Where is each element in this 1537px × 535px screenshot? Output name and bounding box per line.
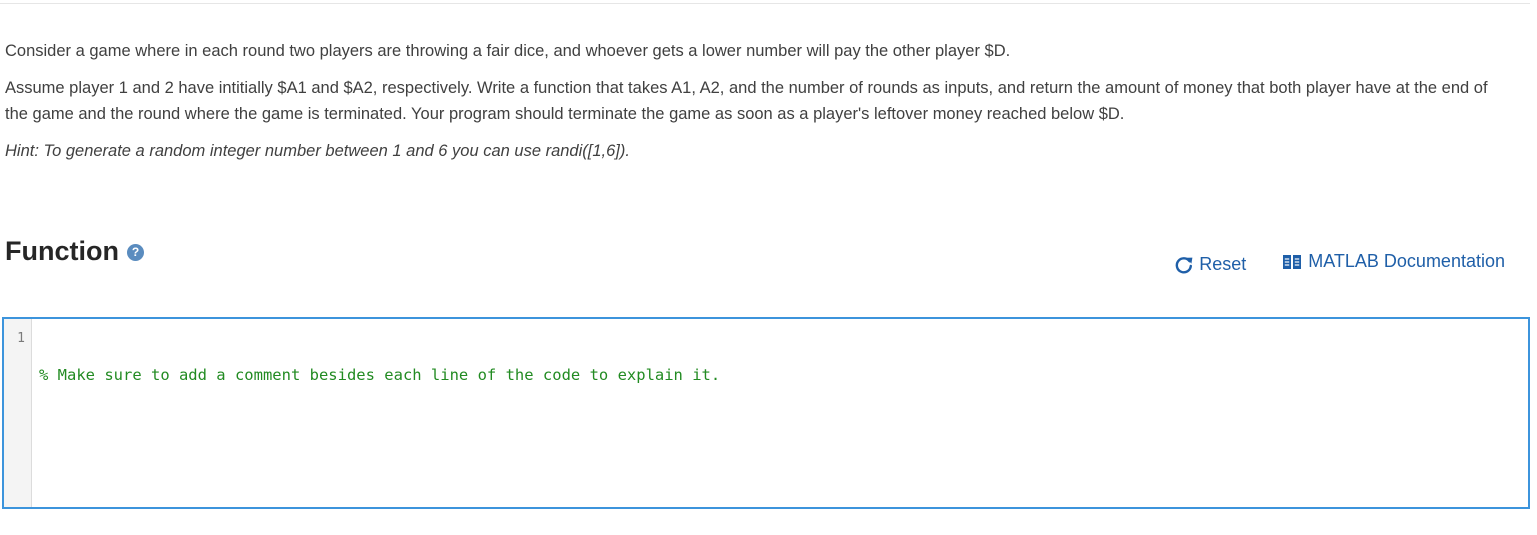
editor-toolbar: Reset MATLAB Documentation	[1174, 248, 1505, 275]
line-number: 1	[17, 331, 25, 346]
section-title: Function	[5, 236, 119, 266]
code-line[interactable]: % Make sure to add a comment besides eac…	[39, 366, 1528, 384]
book-icon	[1282, 253, 1302, 271]
matlab-documentation-link[interactable]: MATLAB Documentation	[1282, 251, 1505, 272]
refresh-icon	[1174, 255, 1194, 275]
problem-description: Consider a game where in each round two …	[5, 38, 1515, 175]
question-circle-icon[interactable]: ?	[126, 244, 144, 261]
code-area[interactable]: % Make sure to add a comment besides eac…	[32, 319, 1528, 507]
code-editor[interactable]: 1 % Make sure to add a comment besides e…	[2, 317, 1530, 509]
line-number-gutter: 1	[4, 319, 32, 507]
reset-label: Reset	[1199, 254, 1247, 274]
function-section-header: Function ?	[5, 236, 144, 267]
top-divider	[0, 3, 1530, 4]
problem-paragraph-1: Consider a game where in each round two …	[5, 42, 1011, 60]
documentation-label: MATLAB Documentation	[1308, 251, 1505, 271]
reset-button[interactable]: Reset	[1174, 254, 1246, 275]
problem-paragraph-2: Assume player 1 and 2 have intitially $A…	[5, 79, 1488, 123]
problem-hint: Hint: To generate a random integer numbe…	[5, 142, 630, 160]
